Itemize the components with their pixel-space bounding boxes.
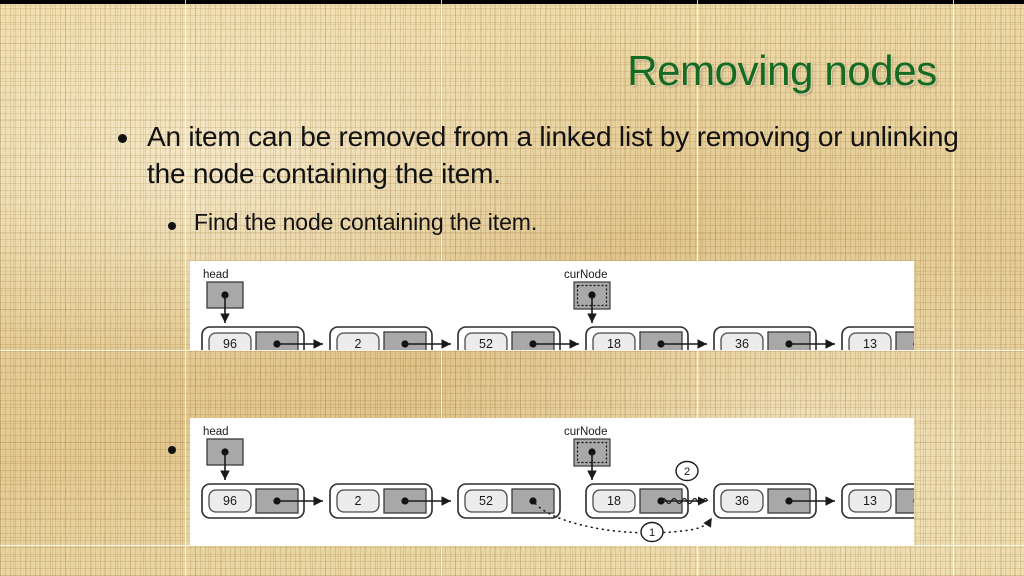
head-label-diagram2: head — [203, 426, 229, 438]
step-marker-2: 2 — [675, 460, 699, 482]
bullet-item-level1: An item can be removed from a linked lis… — [118, 118, 978, 192]
bullet-dot-icon — [118, 134, 127, 143]
node-value: 36 — [735, 494, 749, 508]
node-value: 13 — [863, 494, 877, 508]
bullet-dot-icon — [168, 222, 176, 230]
node-96-diagram1: 96 — [201, 326, 305, 350]
bullet-item-level2: Find the node containing the item. — [168, 208, 928, 238]
node-value: 18 — [607, 494, 621, 508]
slide: Removing nodes An item can be removed fr… — [0, 0, 1024, 576]
node-value: 52 — [479, 494, 493, 508]
node-13-diagram2: 13 — [841, 483, 914, 519]
bullet-level2-label: Find the node containing the item. — [194, 209, 538, 235]
top-black-band — [0, 0, 1024, 4]
page-title: Removing nodes — [627, 47, 937, 94]
node-36-diagram1: 36 — [713, 326, 817, 350]
node-value: 52 — [479, 337, 493, 350]
background-seam-horizontal-1 — [0, 350, 1024, 351]
curnode-label-diagram1: curNode — [564, 269, 607, 281]
node-value: 2 — [355, 337, 362, 350]
node-2-diagram1: 2 — [329, 326, 433, 350]
linked-list-diagram-find-node: head curNode 96 2 52 18 36 13 — [190, 261, 914, 350]
step-marker-1: 1 — [640, 521, 664, 543]
bullet-item-level2-second — [168, 432, 176, 454]
node-13-diagram1: 13 — [841, 326, 914, 350]
node-value: 18 — [607, 337, 621, 350]
background-seam-vertical-1 — [185, 0, 186, 576]
node-value: 96 — [223, 494, 237, 508]
curnode-label-diagram2: curNode — [564, 426, 607, 438]
node-value: 13 — [863, 337, 877, 350]
head-label-diagram1: head — [203, 269, 229, 281]
bullet-dot-icon — [168, 446, 176, 454]
bullet-level1-label: An item can be removed from a linked lis… — [147, 121, 959, 190]
step-marker-1-label: 1 — [649, 527, 655, 539]
step-marker-2-label: 2 — [684, 466, 690, 478]
node-52-diagram1: 52 — [457, 326, 561, 350]
node-value: 2 — [355, 494, 362, 508]
node-value: 96 — [223, 337, 237, 350]
node-52-diagram2: 52 — [457, 483, 561, 519]
node-value: 36 — [735, 337, 749, 350]
node-18-diagram1: 18 — [585, 326, 689, 350]
linked-list-diagram-unlink-node: head curNode 96 2 52 18 2 1 36 13 — [190, 418, 914, 546]
